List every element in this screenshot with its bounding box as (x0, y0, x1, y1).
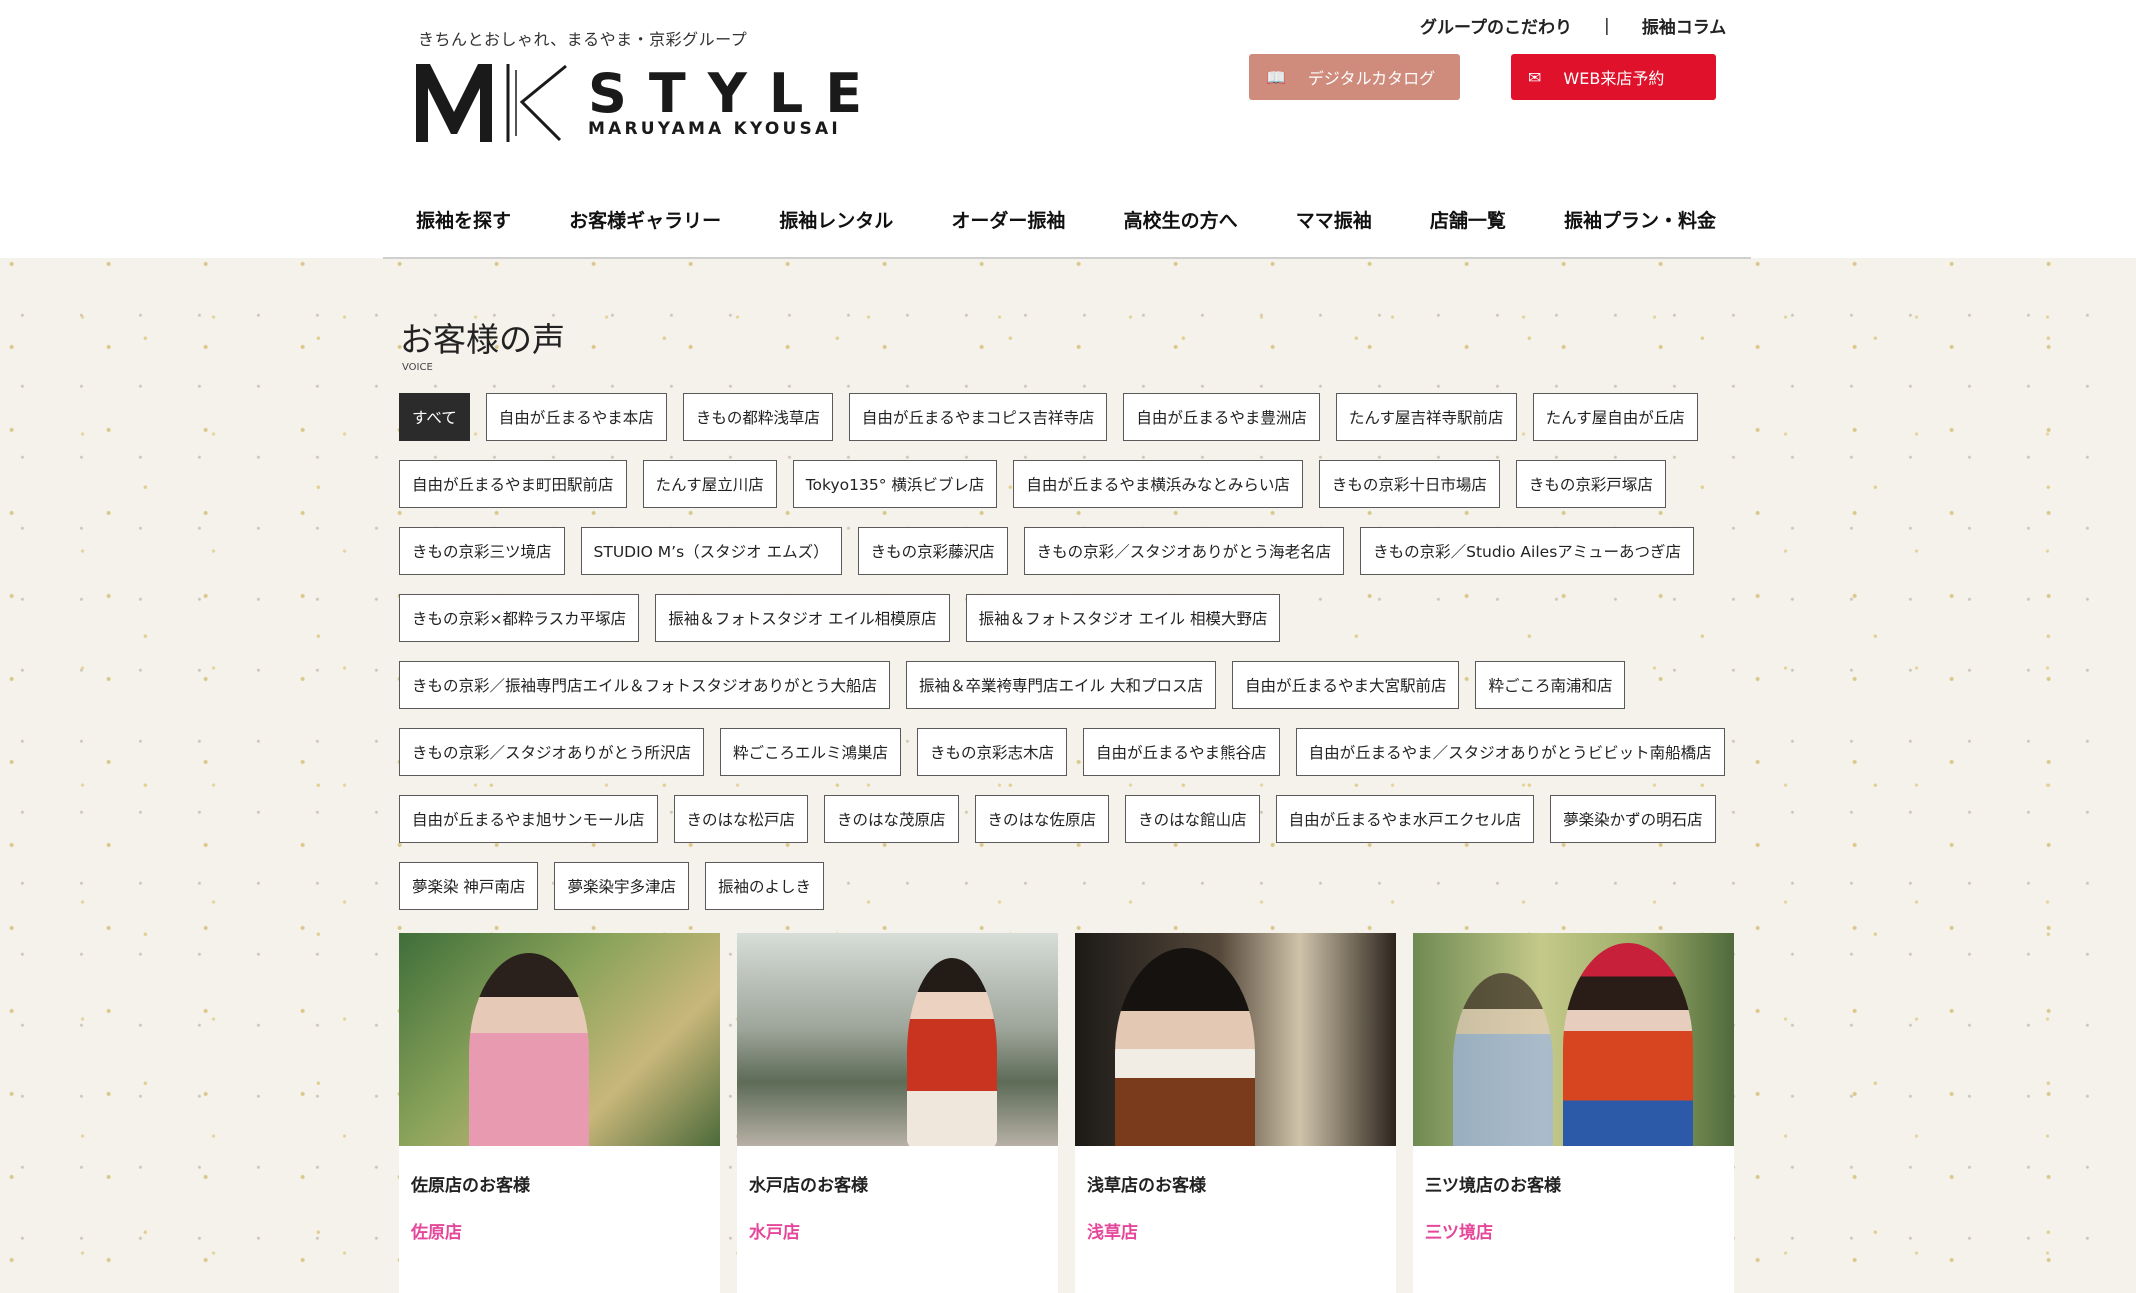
voice-cards: 佐原店のお客様 佐原店 水戸店のお客様 水戸店 浅草店のお客様 浅草店 三ツ境店… (399, 933, 1734, 1293)
filter-tag[interactable]: 自由が丘まるやま豊洲店 (1123, 393, 1320, 441)
filter-tag[interactable]: たんす屋自由が丘店 (1532, 393, 1698, 441)
store-filter-tags: すべて 自由が丘まるやま本店 きもの都粋浅草店 自由が丘まるやまコピス吉祥寺店 自由が丘… (399, 393, 1729, 910)
filter-tag[interactable]: きもの京彩／スタジオありがとう所沢店 (399, 728, 705, 776)
filter-tag[interactable]: きもの京彩戸塚店 (1515, 460, 1666, 508)
filter-tag[interactable]: きもの都粋浅草店 (682, 393, 833, 441)
customer-photo[interactable] (737, 933, 1058, 1146)
filter-tag[interactable]: きのはな松戸店 (673, 795, 809, 843)
page-subtitle: VOICE (402, 362, 433, 373)
filter-tag[interactable]: 夢楽染かずの明石店 (1550, 795, 1716, 843)
digital-catalog-label: デジタルカタログ (1307, 69, 1436, 88)
filter-tag[interactable]: 自由が丘まるやま旭サンモール店 (399, 795, 658, 843)
photo-figure (907, 958, 997, 1146)
filter-tag[interactable]: 粋ごころ南浦和店 (1475, 661, 1626, 709)
photo-figure (469, 953, 589, 1146)
photo-figure (1115, 948, 1255, 1146)
filter-tag[interactable]: きもの京彩／振袖専門店エイル＆フォトスタジオありがとう大船店 (399, 661, 891, 709)
filter-tag[interactable]: 自由が丘まるやま／スタジオありがとうビビット南船橋店 (1295, 728, 1725, 776)
logo-subtitle: MARUYAMA KYOUSAI (588, 119, 841, 139)
customer-photo[interactable] (1075, 933, 1396, 1146)
filter-tag[interactable]: 振袖＆フォトスタジオ エイル相模原店 (655, 594, 950, 642)
filter-tag[interactable]: 振袖のよしき (704, 862, 824, 910)
filter-tag[interactable]: 自由が丘まるやま水戸エクセル店 (1275, 795, 1535, 843)
card-title[interactable]: 三ツ境店のお客様 (1425, 1171, 1734, 1196)
card-title[interactable]: 水戸店のお客様 (749, 1171, 1058, 1196)
nav-item-mama[interactable]: ママ振袖 (1296, 206, 1372, 233)
filter-tag[interactable]: STUDIO M’s（スタジオ エムズ） (580, 527, 842, 575)
top-links: グループのこだわり | 振袖コラム (1420, 13, 1727, 39)
nav-item-plans[interactable]: 振袖プラン・料金 (1564, 206, 1716, 233)
filter-tag[interactable]: 自由が丘まるやま大宮駅前店 (1231, 661, 1460, 709)
digital-catalog-button[interactable]: 📖 デジタルカタログ (1249, 54, 1460, 100)
web-reserve-button[interactable]: ✉ WEB来店予約 (1511, 54, 1716, 100)
filter-tag-all[interactable]: すべて (399, 393, 470, 441)
filter-tag[interactable]: きもの京彩藤沢店 (857, 527, 1008, 575)
nav-item-stores[interactable]: 店舗一覧 (1430, 206, 1506, 233)
logo-wordmark[interactable]: STYLE (588, 62, 884, 125)
voice-card[interactable]: 佐原店のお客様 佐原店 (399, 933, 720, 1293)
filter-tag[interactable]: 粋ごころエルミ鴻巣店 (720, 728, 902, 776)
filter-tag[interactable]: きもの京彩十日市場店 (1318, 460, 1500, 508)
main-nav: 振袖を探す お客様ギャラリー 振袖レンタル オーダー振袖 高校生の方へ ママ振袖… (416, 206, 1716, 233)
nav-item-gallery[interactable]: お客様ギャラリー (569, 206, 721, 233)
filter-tag[interactable]: 振袖＆卒業袴専門店エイル 大和プロス店 (906, 661, 1216, 709)
nav-item-rental[interactable]: 振袖レンタル (779, 206, 893, 233)
page-title: お客様の声 (400, 320, 565, 359)
mail-icon: ✉ (1528, 67, 1542, 87)
filter-tag[interactable]: 自由が丘まるやま横浜みなとみらい店 (1013, 460, 1303, 508)
filter-tag[interactable]: たんす屋立川店 (642, 460, 777, 508)
card-shop[interactable]: 浅草店 (1087, 1218, 1396, 1243)
filter-tag[interactable]: 振袖＆フォトスタジオ エイル 相模大野店 (965, 594, 1281, 642)
card-title[interactable]: 浅草店のお客様 (1087, 1171, 1396, 1196)
customer-photo[interactable] (399, 933, 720, 1146)
nav-item-highschool[interactable]: 高校生の方へ (1124, 206, 1238, 233)
filter-tag[interactable]: きのはな茂原店 (824, 795, 959, 843)
filter-tag[interactable]: 自由が丘まるやまコピス吉祥寺店 (848, 393, 1108, 441)
top-link-commitment[interactable]: グループのこだわり (1420, 13, 1572, 38)
filter-tag[interactable]: きのはな館山店 (1125, 795, 1260, 843)
filter-tag[interactable]: 自由が丘まるやま本店 (485, 393, 667, 441)
customer-photo[interactable] (1413, 933, 1734, 1146)
header-tagline: きちんとおしゃれ、まるやま・京彩グループ (418, 30, 748, 49)
card-title[interactable]: 佐原店のお客様 (411, 1171, 720, 1196)
photo-figure (1453, 973, 1553, 1146)
book-icon: 📖 (1266, 67, 1286, 87)
photo-figure (1563, 943, 1693, 1146)
card-shop[interactable]: 水戸店 (749, 1218, 1058, 1243)
mk-logo-icon[interactable] (416, 62, 576, 144)
filter-tag[interactable]: きもの京彩三ツ境店 (399, 527, 565, 575)
nav-item-search[interactable]: 振袖を探す (416, 206, 511, 233)
filter-tag[interactable]: きもの京彩×都粋ラスカ平塚店 (399, 594, 640, 642)
filter-tag[interactable]: たんす屋吉祥寺駅前店 (1335, 393, 1517, 441)
filter-tag[interactable]: きのはな佐原店 (974, 795, 1110, 843)
top-link-separator: | (1603, 15, 1610, 36)
filter-tag[interactable]: 夢楽染宇多津店 (554, 862, 689, 910)
filter-tag[interactable]: 自由が丘まるやま町田駅前店 (399, 460, 627, 508)
filter-tag[interactable]: 夢楽染 神戸南店 (399, 862, 539, 910)
filter-tag[interactable]: Tokyo135° 横浜ビブレ店 (792, 460, 998, 508)
top-link-column[interactable]: 振袖コラム (1642, 13, 1727, 38)
filter-tag[interactable]: 自由が丘まるやま熊谷店 (1083, 728, 1280, 776)
card-shop[interactable]: 三ツ境店 (1425, 1218, 1734, 1243)
nav-item-order[interactable]: オーダー振袖 (951, 206, 1065, 233)
filter-tag[interactable]: きもの京彩／スタジオありがとう海老名店 (1023, 527, 1345, 575)
card-shop[interactable]: 佐原店 (411, 1218, 720, 1243)
voice-card[interactable]: 三ツ境店のお客様 三ツ境店 (1413, 933, 1734, 1293)
voice-card[interactable]: 水戸店のお客様 水戸店 (737, 933, 1058, 1293)
filter-tag[interactable]: きもの京彩／Studio Ailesアミューあつぎ店 (1360, 527, 1694, 575)
web-reserve-label: WEB来店予約 (1563, 69, 1665, 88)
header-divider (383, 257, 1751, 259)
voice-card[interactable]: 浅草店のお客様 浅草店 (1075, 933, 1396, 1293)
filter-tag[interactable]: きもの京彩志木店 (917, 728, 1068, 776)
